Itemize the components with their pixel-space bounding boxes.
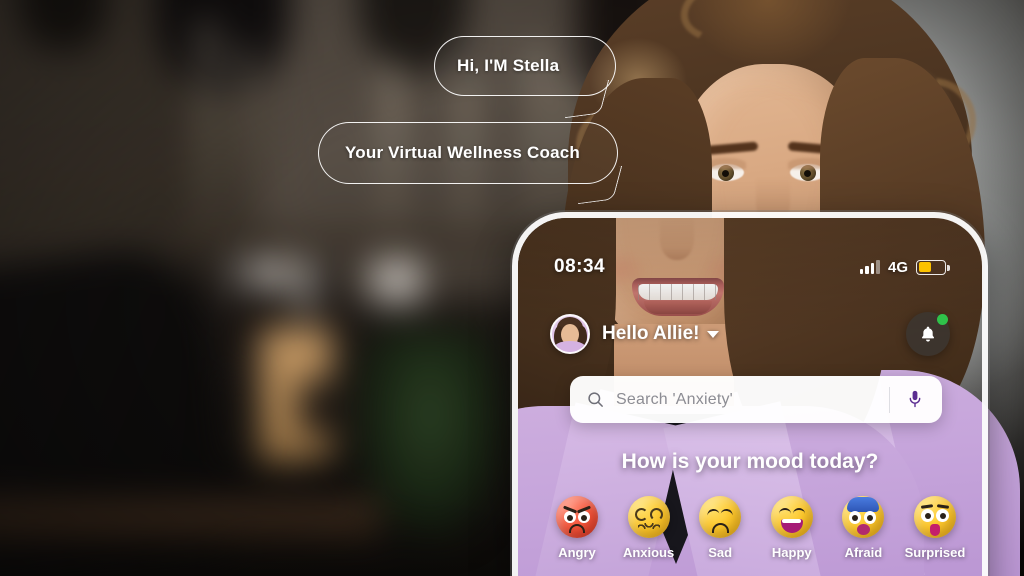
emoji-pupil	[567, 515, 573, 521]
surprised-emoji	[913, 496, 956, 538]
emoji-squiggle-mouth	[637, 523, 660, 529]
emoji-tongue-mouth	[929, 524, 940, 536]
screen-portrait-teeth	[638, 284, 718, 300]
status-time: 08:34	[554, 256, 606, 277]
emoji-teeth	[782, 519, 802, 523]
background-shelf	[170, 230, 570, 246]
anxious-emoji	[627, 496, 670, 538]
chevron-down-icon[interactable]	[707, 330, 720, 338]
speech-bubble-intro-text: Hi, I'M Stella	[457, 56, 560, 75]
screen-portrait-nose	[660, 218, 694, 260]
background-stem	[236, 44, 250, 254]
background-binder	[298, 260, 314, 314]
portrait-pupil	[722, 170, 729, 177]
emoji-smiling-eye	[792, 508, 805, 515]
emoji-spiral-eye	[634, 508, 648, 521]
mood-label: Anxious	[622, 545, 675, 560]
notification-button[interactable]	[906, 312, 950, 356]
status-indicators: 4G	[859, 258, 950, 276]
afraid-emoji	[842, 496, 885, 538]
background-binder	[300, 380, 330, 434]
mood-option-surprised[interactable]: Surprised	[900, 496, 970, 560]
happy-emoji	[770, 496, 813, 538]
emoji-pupil	[581, 515, 587, 521]
emoji-mouth	[569, 524, 585, 533]
search-input[interactable]: Search 'Anxiety'	[616, 391, 889, 409]
mood-option-anxious[interactable]: Anxious	[614, 496, 684, 560]
mood-option-happy[interactable]: Happy	[757, 496, 827, 560]
notification-badge	[937, 314, 948, 325]
avatar[interactable]	[550, 314, 590, 354]
background-floor	[0, 500, 380, 540]
emoji-smiling-eye	[778, 508, 791, 515]
mood-option-angry[interactable]: Angry	[542, 496, 612, 560]
bell-icon	[921, 326, 935, 342]
mood-section-title: How is your mood today?	[621, 450, 879, 473]
signal-bars-icon	[859, 260, 880, 274]
background-binder	[235, 260, 249, 316]
emoji-spiral-eye	[649, 508, 663, 521]
phone-screen: 08:34 4G Hello Allie! Search 'Anxiety' H…	[518, 218, 982, 576]
speech-bubble-tagline-text: Your Virtual Wellness Coach	[345, 143, 580, 162]
phone-mockup: 08:34 4G Hello Allie! Search 'Anxiety' H…	[512, 212, 988, 576]
mood-label: Happy	[771, 545, 812, 560]
speech-bubble-tagline: Your Virtual Wellness Coach	[318, 122, 618, 184]
scene-root: Hi, I'M Stella Your Virtual Wellness Coa…	[0, 0, 1024, 576]
mood-label: Surprised	[904, 545, 966, 560]
emoji-brow	[920, 504, 934, 509]
emoji-closed-eye	[706, 508, 720, 517]
battery-level-fill	[918, 262, 931, 272]
emoji-open-mouth	[857, 524, 871, 535]
microphone-icon	[909, 390, 921, 408]
search-divider	[889, 386, 890, 413]
mood-option-afraid[interactable]: Afraid	[828, 496, 898, 560]
sad-emoji	[699, 496, 742, 538]
angry-emoji	[556, 496, 598, 538]
emoji-blue-hair	[847, 497, 880, 512]
emoji-open-smile	[780, 519, 803, 533]
emoji-pupil	[924, 513, 931, 519]
emoji-brow	[936, 504, 950, 509]
status-bar: 08:34 4G	[518, 256, 982, 278]
background-binder	[372, 260, 422, 306]
network-type-label: 4G	[887, 258, 908, 276]
screen-portrait-mouth	[632, 278, 724, 316]
portrait-eyelid	[706, 158, 746, 169]
voice-search-button[interactable]	[902, 389, 928, 410]
background-stem	[198, 20, 214, 250]
mood-selector: Angry Anxious Sad Happy Afraid Surprised	[542, 496, 970, 560]
emoji-frown-mouth	[712, 523, 730, 533]
avatar-body	[554, 341, 586, 352]
search-icon	[588, 392, 603, 407]
portrait-pupil	[804, 170, 811, 177]
mood-label: Sad	[708, 545, 733, 560]
app-header: Hello Allie!	[518, 312, 982, 356]
search-bar[interactable]: Search 'Anxiety'	[570, 376, 942, 423]
mood-option-sad[interactable]: Sad	[685, 496, 755, 560]
emoji-pupil	[939, 513, 946, 519]
mood-label: Afraid	[844, 545, 883, 560]
mood-label: Angry	[558, 545, 596, 560]
emoji-closed-eye	[720, 508, 734, 517]
greeting-text: Hello Allie!	[602, 323, 700, 344]
battery-icon	[916, 259, 950, 275]
